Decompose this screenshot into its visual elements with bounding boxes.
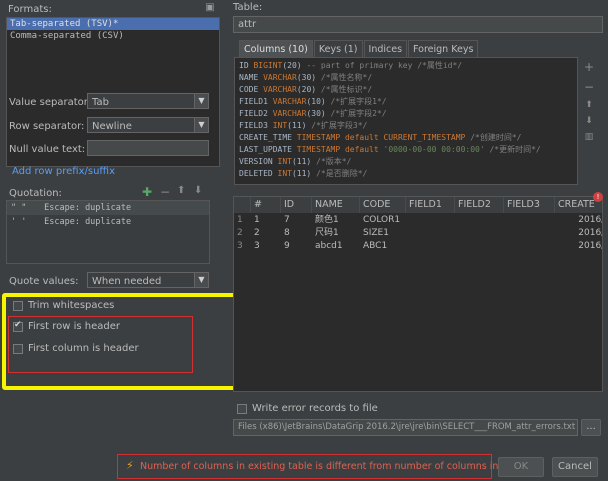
tab-keys[interactable]: Keys (1) (313, 40, 363, 58)
table-label: Table: (233, 2, 263, 13)
grid-cell[interactable]: abcd1 (312, 240, 360, 252)
quotation-label: Quotation: (9, 188, 62, 199)
grid-cell[interactable]: SIZE1 (360, 227, 406, 239)
value-separator-select[interactable]: Tab ▼ (87, 93, 209, 109)
format-item-csv[interactable]: Comma-separated (CSV) (7, 30, 219, 42)
grid-row-number: 1 (237, 215, 243, 225)
error-file-path-input[interactable]: Files (x86)\JetBrains\DataGrip 2016.2\jr… (233, 419, 578, 436)
grid-header[interactable]: FIELD2 (455, 197, 504, 213)
grid-header[interactable]: ID (281, 197, 312, 213)
ddl-line: DELETED INT(11) /*是否删除*/ (239, 169, 368, 178)
grid-header[interactable]: NAME (312, 197, 360, 213)
ddl-line: LAST_UPDATE TIMESTAMP default '0000-00-0… (239, 145, 541, 154)
ddl-line: CODE VARCHAR(20) /*属性标识*/ (239, 85, 373, 94)
quotation-escape: Escape: duplicate (44, 203, 132, 213)
grid-cell[interactable]: 8 (281, 227, 312, 239)
quotation-row[interactable]: " " Escape: duplicate (7, 201, 209, 215)
delete-icon[interactable]: ▥ (580, 132, 598, 142)
remove-quotation-button[interactable]: − (160, 185, 170, 199)
grid-cell[interactable]: 1 (251, 214, 281, 226)
move-up-icon[interactable]: ⬆ (580, 100, 598, 110)
quotation-escape: Escape: duplicate (44, 217, 132, 227)
tab-columns[interactable]: Columns (10) (239, 40, 313, 58)
write-error-records-label: Write error records to file (252, 403, 378, 414)
table-name-input[interactable]: attr (233, 16, 603, 33)
add-row-prefix-link[interactable]: Add row prefix/suffix (12, 166, 115, 177)
quote-values-value: When needed (92, 276, 162, 287)
columns-tabs: Columns (10) Keys (1) Indices Foreign Keys (239, 40, 479, 58)
grid-row-number: 3 (237, 241, 243, 251)
grid-header[interactable]: CODE (360, 197, 406, 213)
ddl-editor[interactable]: ID BIGINT(20) -- part of primary key /*属… (234, 57, 578, 185)
tab-indices[interactable]: Indices (363, 40, 408, 58)
first-column-header-label: First column is header (28, 343, 139, 354)
grid-cell[interactable]: 2016/7/ (555, 227, 602, 239)
grid-cell[interactable]: ABC1 (360, 240, 406, 252)
grid-cell[interactable]: 尺码1 (312, 227, 360, 239)
remove-icon[interactable]: − (580, 80, 598, 94)
ddl-toolbar: + − ⬆ ⬇ ▥ (580, 60, 598, 180)
grid-cell[interactable]: 2 (251, 227, 281, 239)
row-separator-value: Newline (92, 121, 132, 132)
ok-button[interactable]: OK (498, 457, 544, 477)
ddl-line: ID BIGINT(20) -- part of primary key /*属… (239, 61, 463, 70)
quote-values-select[interactable]: When needed ▼ (87, 272, 209, 288)
add-icon[interactable]: + (580, 60, 598, 74)
move-down-button[interactable]: ⬇ (194, 185, 202, 196)
quote-values-label: Quote values: (9, 276, 79, 287)
grid-cell[interactable]: 9 (281, 240, 312, 252)
move-up-button[interactable]: ⬆ (177, 185, 185, 196)
grid-cell[interactable]: 3 (251, 240, 281, 252)
row-separator-select[interactable]: Newline ▼ (87, 117, 209, 133)
ddl-line: FIELD1 VARCHAR(10) /*扩展字段1*/ (239, 97, 387, 106)
formats-label: Formats: (8, 4, 52, 15)
quotation-chars: " " (11, 203, 27, 213)
add-quotation-button[interactable]: ✚ (142, 185, 152, 199)
chevron-down-icon: ▼ (194, 118, 208, 132)
value-separator-value: Tab (92, 97, 109, 108)
chevron-down-icon: ▼ (194, 94, 208, 108)
warning-message: Number of columns in existing table is d… (140, 461, 523, 472)
ddl-line: CREATE_TIME TIMESTAMP default CURRENT_TI… (239, 133, 522, 142)
grid-cell[interactable]: 7 (281, 214, 312, 226)
trim-whitespaces-label: Trim whitespaces (28, 300, 115, 311)
grid-row-number: 2 (237, 228, 243, 238)
grid-header[interactable]: FIELD1 (406, 197, 455, 213)
grid-header[interactable]: # (251, 197, 281, 213)
grid-cell[interactable]: 2016/7/ (555, 214, 602, 226)
warning-badge-icon: ! (593, 192, 603, 202)
save-icon[interactable]: ▣ (204, 2, 216, 13)
cancel-button[interactable]: Cancel (552, 457, 598, 477)
ddl-line: FIELD2 VARCHAR(30) /*扩展字段2*/ (239, 109, 387, 118)
ddl-line: NAME VARCHAR(30) /*属性名称*/ (239, 73, 373, 82)
null-value-input[interactable] (87, 140, 209, 156)
first-column-header-checkbox[interactable] (13, 344, 23, 354)
ddl-line: FIELD3 INT(11) /*扩展字段3*/ (239, 121, 368, 130)
grid-header-gutter (234, 197, 251, 213)
grid-cell[interactable]: 2016/8/ (555, 240, 602, 252)
data-preview-grid[interactable]: # ID NAME CODE FIELD1 FIELD2 FIELD3 CREATE 1 1 7 颜色… (233, 196, 603, 392)
ddl-line: VERSION INT(11) /*版本*/ (239, 157, 352, 166)
chevron-down-icon: ▼ (194, 273, 208, 287)
write-error-records-checkbox[interactable] (237, 404, 247, 414)
quotation-chars: ' ' (11, 217, 27, 227)
grid-cell[interactable]: COLOR1 (360, 214, 406, 226)
tab-foreign-keys[interactable]: Foreign Keys (408, 40, 479, 58)
quotation-list[interactable]: " " Escape: duplicate ' ' Escape: duplic… (6, 200, 210, 264)
value-separator-label: Value separator: (9, 97, 92, 108)
move-down-icon[interactable]: ⬇ (580, 116, 598, 126)
first-row-header-checkbox[interactable] (13, 320, 23, 332)
row-separator-label: Row separator: (9, 121, 85, 132)
first-row-header-label: First row is header (28, 321, 120, 332)
grid-header[interactable]: FIELD3 (504, 197, 555, 213)
grid-cell[interactable]: 颜色1 (312, 214, 360, 226)
browse-button[interactable]: ... (581, 419, 601, 436)
format-item-tsv[interactable]: Tab-separated (TSV)* (7, 18, 219, 30)
trim-whitespaces-checkbox[interactable] (13, 301, 23, 311)
null-value-label: Null value text: (9, 144, 86, 155)
quotation-row[interactable]: ' ' Escape: duplicate (7, 215, 209, 229)
warning-icon: ⚡ (126, 459, 134, 472)
